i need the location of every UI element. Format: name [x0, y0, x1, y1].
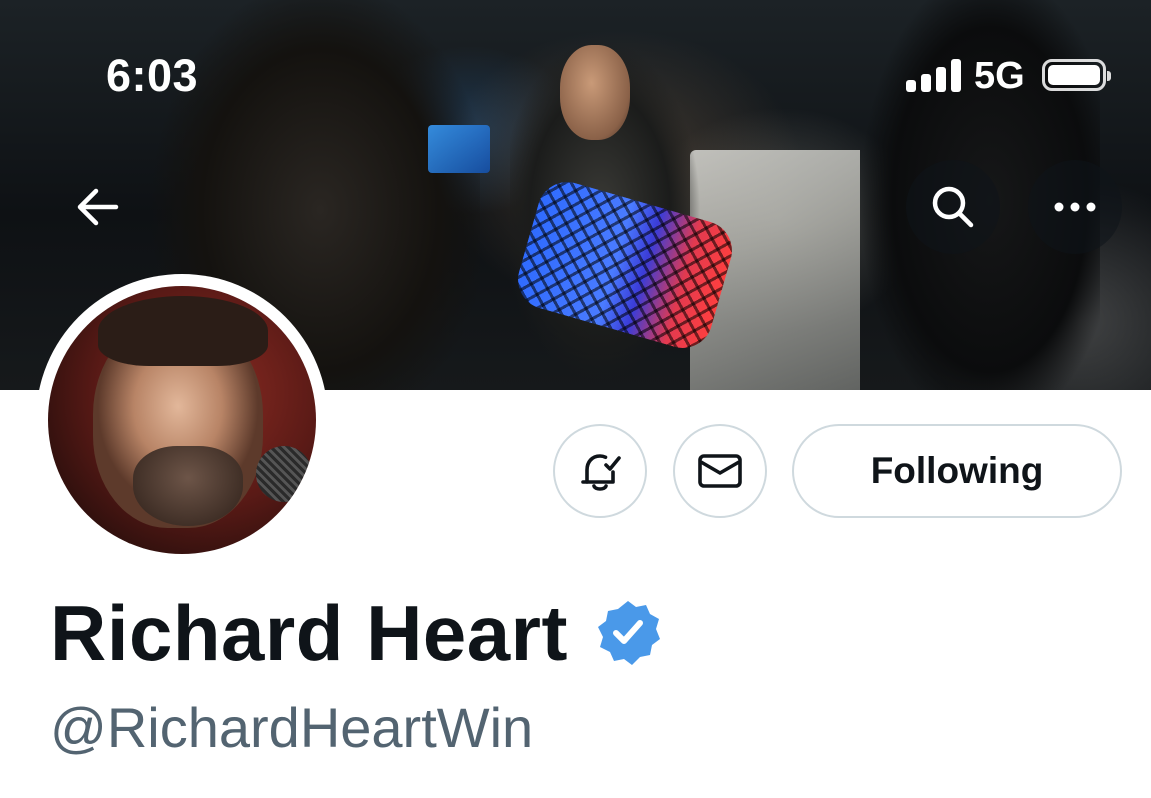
more-horizontal-icon — [1054, 202, 1096, 212]
network-type: 5G — [974, 55, 1025, 97]
search-icon — [932, 186, 974, 228]
bell-check-icon — [581, 454, 621, 491]
arrow-left-icon — [77, 188, 119, 226]
display-name: Richard Heart — [50, 589, 568, 677]
more-options-button[interactable] — [1028, 160, 1122, 254]
profile-avatar[interactable] — [36, 274, 328, 566]
notifications-button[interactable] — [553, 424, 647, 518]
banner-face — [560, 45, 630, 140]
microphone-image — [256, 446, 312, 502]
message-button[interactable] — [673, 424, 767, 518]
verified-badge-icon[interactable] — [594, 599, 662, 667]
battery-icon — [1042, 59, 1111, 91]
following-button[interactable]: Following — [792, 424, 1122, 518]
envelope-icon — [698, 454, 742, 488]
back-button[interactable] — [50, 160, 144, 254]
status-time: 6:03 — [106, 50, 199, 101]
search-button[interactable] — [906, 160, 1000, 254]
avatar-image — [48, 286, 316, 554]
profile-name-row: Richard Heart — [50, 594, 662, 672]
profile-handle: @RichardHeartWin — [50, 696, 534, 759]
cellular-signal-icon — [906, 58, 962, 92]
banner-tablet — [428, 125, 490, 173]
